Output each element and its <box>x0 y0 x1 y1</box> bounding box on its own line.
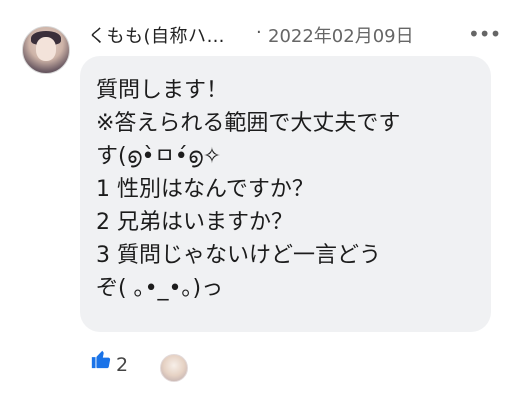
more-options-button[interactable]: ••• <box>468 22 501 46</box>
message-line: 2 兄弟はいますか？ <box>96 210 293 235</box>
message-line: 1 性別はなんですか？ <box>96 177 314 202</box>
message-line: 3 質問じゃないけど一言どう <box>96 243 381 268</box>
message-line: 質問します！ <box>96 78 229 103</box>
thumbs-up-icon[interactable] <box>90 348 112 370</box>
post-timestamp: 2022年02月09日 <box>268 26 414 47</box>
like-count[interactable]: 2 <box>116 354 128 376</box>
message-line: す(൭•̀ㅁ•́൭✧ <box>96 144 222 169</box>
message-text: 質問します！ ※答えられる範囲で大丈夫です す(൭•̀ㅁ•́൭✧ 1 性別はなん… <box>96 74 486 305</box>
avatar-face <box>36 37 56 61</box>
meta-separator: · <box>256 22 262 43</box>
message-line: ※答えられる範囲で大丈夫です <box>96 111 401 136</box>
author-avatar[interactable] <box>22 26 70 74</box>
reactor-avatar[interactable] <box>160 354 188 382</box>
message-line: ぞ( ｡•_•｡)っ <box>96 276 224 301</box>
author-name[interactable]: くもも(自称ハ… <box>88 22 225 48</box>
